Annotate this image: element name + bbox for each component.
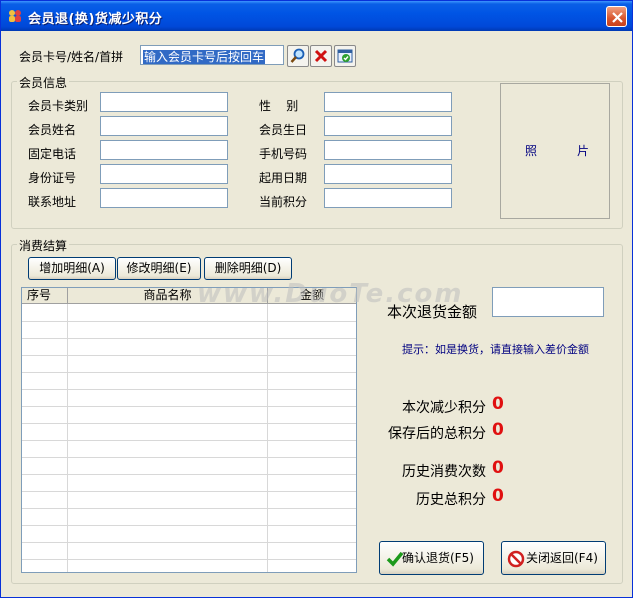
photo-label: 照片 — [525, 144, 630, 158]
clear-button[interactable] — [310, 45, 332, 67]
mobile-field[interactable] — [324, 140, 452, 160]
member-info-title: 会员信息 — [17, 74, 70, 91]
search-button[interactable] — [287, 45, 309, 67]
table-row[interactable] — [22, 339, 356, 356]
check-window-icon — [337, 49, 353, 63]
saved-total-points-label: 保存后的总积分 — [388, 426, 486, 442]
current-points-field[interactable] — [324, 188, 452, 208]
saved-total-points-value: 0 — [492, 420, 504, 440]
current-points-label: 当前积分 — [259, 195, 308, 209]
close-icon — [612, 12, 623, 23]
table-row[interactable] — [22, 424, 356, 441]
title-bar[interactable]: 会员退(换)货减少积分 — [1, 1, 632, 31]
confirm-return-label: 确认退货(F5) — [402, 551, 474, 565]
gender-field[interactable] — [324, 92, 452, 112]
select-member-button[interactable] — [334, 45, 356, 67]
return-amount-field[interactable] — [492, 287, 604, 317]
start-date-field[interactable] — [324, 164, 452, 184]
address-label: 联系地址 — [28, 195, 77, 209]
birthday-label: 会员生日 — [259, 123, 308, 137]
close-icon — [314, 49, 328, 63]
search-input[interactable]: 输入会员卡号后按回车 — [140, 45, 284, 65]
dialog-window: 会员退(换)货减少积分 会员卡号/姓名/首拼 输入会员卡号后按回车 会员信息 会… — [0, 0, 633, 598]
search-label: 会员卡号/姓名/首拼 — [19, 50, 124, 64]
address-field[interactable] — [100, 188, 228, 208]
return-amount-label: 本次退货金额 — [387, 303, 478, 321]
add-detail-button[interactable]: 增加明细(A) — [28, 257, 116, 280]
start-date-label: 起用日期 — [259, 171, 308, 185]
close-return-button[interactable]: 关闭返回(F4) — [501, 541, 606, 575]
card-type-label: 会员卡类别 — [28, 99, 89, 113]
table-row[interactable] — [22, 458, 356, 475]
name-label: 会员姓名 — [28, 123, 77, 137]
column-header-index[interactable]: 序号 — [22, 288, 68, 304]
reduce-points-label: 本次减少积分 — [402, 400, 486, 416]
mobile-label: 手机号码 — [259, 147, 308, 161]
table-row[interactable] — [22, 373, 356, 390]
history-count-value: 0 — [492, 458, 504, 478]
checkmark-icon — [386, 551, 404, 567]
close-button[interactable] — [606, 6, 627, 27]
table-row[interactable] — [22, 492, 356, 509]
confirm-return-button[interactable]: 确认退货(F5) — [379, 541, 484, 575]
birthday-field[interactable] — [324, 116, 452, 136]
app-icon — [9, 10, 21, 22]
window-title: 会员退(换)货减少积分 — [28, 12, 163, 27]
search-input-value: 输入会员卡号后按回车 — [143, 50, 266, 64]
gender-label: 性 别 — [259, 99, 299, 113]
id-number-field[interactable] — [100, 164, 228, 184]
card-type-field[interactable] — [100, 92, 228, 112]
hint-text: 提示：如是换货，请直接输入差价金额 — [402, 343, 589, 356]
table-row[interactable] — [22, 475, 356, 492]
search-icon — [290, 48, 305, 63]
phone-label: 固定电话 — [28, 147, 77, 161]
table-row[interactable] — [22, 407, 356, 424]
history-points-label: 历史总积分 — [416, 492, 486, 508]
name-field[interactable] — [100, 116, 228, 136]
table-row[interactable] — [22, 543, 356, 560]
table-row[interactable] — [22, 322, 356, 339]
table-row[interactable] — [22, 390, 356, 407]
table-row[interactable] — [22, 356, 356, 373]
detail-table[interactable]: 序号 商品名称 金额 — [21, 287, 357, 573]
history-count-label: 历史消费次数 — [402, 464, 486, 480]
phone-field[interactable] — [100, 140, 228, 160]
id-number-label: 身份证号 — [28, 171, 77, 185]
delete-detail-button[interactable]: 删除明细(D) — [204, 257, 292, 280]
table-row[interactable] — [22, 526, 356, 543]
reduce-points-value: 0 — [492, 394, 504, 414]
table-row[interactable] — [22, 509, 356, 526]
table-row[interactable] — [22, 441, 356, 458]
edit-detail-button[interactable]: 修改明细(E) — [117, 257, 201, 280]
history-points-value: 0 — [492, 486, 504, 506]
settlement-title: 消费结算 — [17, 237, 70, 254]
close-return-label: 关闭返回(F4) — [526, 551, 598, 565]
member-photo[interactable]: 照片 — [500, 83, 610, 219]
no-entry-icon — [507, 550, 525, 568]
